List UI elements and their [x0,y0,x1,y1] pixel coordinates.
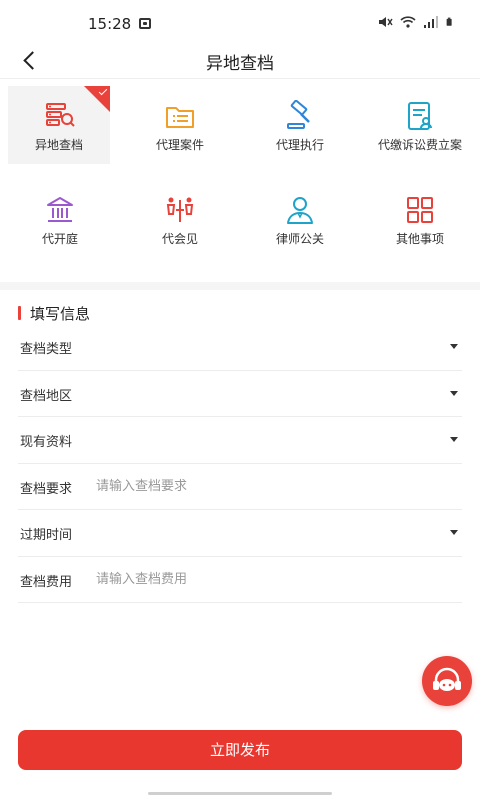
service-label: 代开庭 [41,232,78,246]
lawyer-icon [287,197,313,224]
status-time: 15:28 [88,15,132,33]
service-item-litigation-fee[interactable]: 代缴诉讼费立案 [360,80,480,170]
service-label: 异地查档 [34,138,83,152]
archive-fee-row: 查档费用 [18,557,462,603]
service-label: 代会见 [161,232,198,246]
existing-materials-select[interactable]: 现有资料 [18,417,462,464]
field-label: 查档要求 [20,481,73,497]
dropdown-caret-icon [450,530,458,535]
home-indicator [148,792,332,795]
battery-icon [446,17,452,26]
service-label: 律师公关 [275,232,324,246]
archive-region-select[interactable]: 查档地区 [18,371,462,417]
service-label: 代理执行 [275,138,324,152]
service-item-meeting[interactable]: 代会见 [120,174,240,264]
nav-divider [0,78,480,79]
archive-requirement-input[interactable] [96,473,436,500]
service-item-court-appearance[interactable]: 代开庭 [0,174,120,264]
notification-icon [139,18,151,29]
service-item-other[interactable]: 其他事项 [360,174,480,264]
service-label: 其他事项 [395,232,444,246]
meeting-icon [166,197,194,222]
dropdown-caret-icon [450,390,458,396]
service-label: 代缴诉讼费立案 [377,138,462,152]
service-item-archive-search[interactable]: 异地查档 [8,86,110,164]
section-accent-bar [18,306,21,320]
field-label: 现有资料 [20,435,73,450]
signal-icon [424,16,438,28]
publish-button[interactable]: 立即发布 [18,730,462,770]
info-form: 查档类型 查档地区 现有资料 查档要求 过期时间 查档费用 [18,324,462,603]
grid-icon [407,197,433,223]
headset-icon [433,667,461,691]
gavel-icon [287,100,310,129]
section-title: 填写信息 [30,305,91,323]
service-grid: 异地查档 代理案件 代理执行 代缴诉讼费立案 代开庭 代会见 律师公关 其他事项 [0,80,480,280]
service-label: 代理案件 [155,138,204,152]
archive-fee-input[interactable] [96,566,436,593]
dropdown-caret-icon [450,437,458,442]
archive-requirement-row: 查档要求 [18,464,462,510]
dropdown-caret-icon [450,344,458,349]
field-label: 过期时间 [20,528,73,543]
service-item-lawyer-pr[interactable]: 律师公关 [240,174,360,264]
nav-bar: 异地查档 [0,44,480,80]
status-icons [377,15,456,29]
service-item-agent-execution[interactable]: 代理执行 [240,80,360,170]
document-person-icon [408,102,432,130]
status-bar: 15:28 [0,0,480,44]
folder-list-icon [166,107,194,128]
wifi-icon [400,16,416,28]
mute-icon [379,17,393,27]
field-label: 查档类型 [20,342,73,357]
archive-type-select[interactable]: 查档类型 [18,324,462,371]
section-divider [0,282,480,290]
page-title: 异地查档 [206,54,274,74]
customer-service-button[interactable] [422,656,472,706]
courthouse-icon [47,197,73,222]
archive-search-icon [46,103,75,127]
field-label: 查档地区 [20,388,73,404]
service-item-agent-case[interactable]: 代理案件 [120,80,240,170]
expiry-time-select[interactable]: 过期时间 [18,510,462,557]
field-label: 查档费用 [20,574,73,590]
